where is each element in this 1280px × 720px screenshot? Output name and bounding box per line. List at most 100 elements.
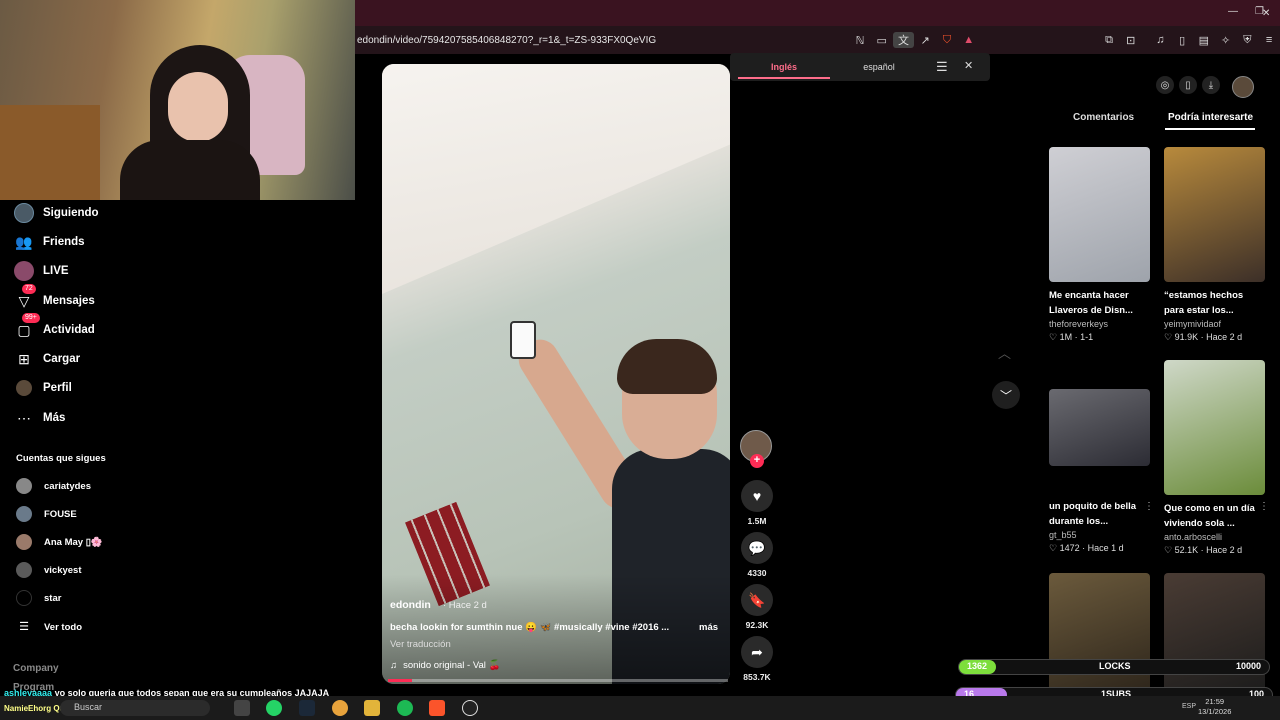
video-thumbnail[interactable] <box>1049 389 1150 466</box>
reader-icon[interactable]: ℕ <box>849 34 871 47</box>
nav-live[interactable]: LIVE <box>14 260 69 282</box>
vpn-icon[interactable]: ⛨ <box>1236 34 1258 47</box>
brave-icon[interactable] <box>429 700 445 716</box>
language-indicator[interactable]: ESP <box>1182 703 1196 710</box>
suggested-video-card[interactable]: Me encanta hacer Llaveros de Disn... the… <box>1049 147 1150 343</box>
media-icon[interactable]: ♫ <box>1150 34 1172 46</box>
translate-menu-icon[interactable]: ☰ <box>936 59 948 75</box>
account-name: Ana May ▯🌸 <box>44 536 103 548</box>
video-thumbnail[interactable] <box>1164 573 1265 696</box>
bookmark-icon[interactable]: 🔖 <box>741 584 773 616</box>
following-account[interactable]: vickyest <box>16 561 82 579</box>
card-author[interactable]: yeimymividaof <box>1164 319 1265 329</box>
suggested-video-card[interactable]: un poquito de bella durante los... ⋮ gt_… <box>1049 389 1154 554</box>
cast-icon[interactable]: ▭ <box>871 34 893 47</box>
file-explorer-icon[interactable] <box>364 700 380 716</box>
tab-comments[interactable]: Comentarios <box>1073 112 1134 123</box>
share-icon[interactable]: ↗ <box>914 34 936 47</box>
follow-plus-button[interactable]: + <box>750 454 764 468</box>
heart-outline-icon: ♡ <box>1049 543 1058 553</box>
nav-upload[interactable]: ⊞ Cargar <box>14 348 80 370</box>
chrome-icon[interactable] <box>332 700 348 716</box>
more-options-icon[interactable]: ⋮ <box>1259 501 1269 512</box>
tab-suggested[interactable]: Podría interesarte <box>1168 112 1253 123</box>
nav-profile[interactable]: Perfil <box>14 377 72 399</box>
card-author[interactable]: anto.arboscelli <box>1164 532 1265 542</box>
heart-icon[interactable]: ♥ <box>741 480 773 512</box>
minimize-button[interactable]: — <box>1228 6 1238 17</box>
video-thumbnail[interactable] <box>1164 360 1265 495</box>
extensions-icon[interactable]: ⧉ <box>1098 34 1120 47</box>
more-options-icon[interactable]: ⋮ <box>1144 501 1154 512</box>
upload-icon: ⊞ <box>18 350 30 367</box>
video-thumbnail[interactable] <box>1164 147 1265 282</box>
like-action[interactable]: ♥ 1.5M <box>741 480 773 526</box>
nav-following[interactable]: Siguiendo <box>14 202 99 224</box>
nav-messages-label: Mensajes <box>43 295 95 307</box>
following-account[interactable]: Ana May ▯🌸 <box>16 533 103 551</box>
translate-target-tab[interactable]: español <box>834 62 924 72</box>
share-arrow-icon[interactable]: ➦ <box>741 636 773 668</box>
following-account[interactable]: FOUSE <box>16 505 77 523</box>
translate-icon[interactable]: 文 <box>892 32 915 48</box>
sidebar-toggle-icon[interactable]: ▯ <box>1171 34 1193 47</box>
card-author[interactable]: theforeverkeys <box>1049 319 1150 329</box>
mobile-icon[interactable]: ▯ <box>1179 76 1197 94</box>
task-view-icon[interactable] <box>234 700 250 716</box>
see-all-link[interactable]: ☰ Ver todo <box>16 618 82 636</box>
user-avatar[interactable] <box>1232 76 1254 98</box>
whatsapp-icon[interactable] <box>266 700 282 716</box>
close-window-button[interactable]: ✕ <box>1262 8 1270 19</box>
card-age: Hace 2 d <box>1206 332 1243 342</box>
compass-icon[interactable]: ◎ <box>1156 76 1174 94</box>
video-sound[interactable]: ♫ sonido original - Val 🍒 <box>390 660 500 671</box>
taskbar-search[interactable]: Buscar <box>60 700 210 716</box>
rewards-icon[interactable]: ▲ <box>958 34 980 46</box>
share-action[interactable]: ➦ 853.7K <box>741 636 773 682</box>
taskbar-clock[interactable]: 21:59 13/1/2026 <box>1198 697 1231 717</box>
translate-close-icon[interactable]: ✕ <box>964 59 973 72</box>
suggested-video-card[interactable]: “estamos hechos para estar los... yeimym… <box>1164 147 1265 343</box>
caption-more-button[interactable]: más <box>699 622 718 633</box>
url-field[interactable]: edondin/video/7594207585406848270?_r=1&_… <box>355 35 829 46</box>
video-scene-ceiling <box>382 64 730 294</box>
comment-icon[interactable]: 💬 <box>741 532 773 564</box>
video-thumbnail[interactable] <box>1049 573 1150 696</box>
chevron-down-icon[interactable]: ﹀ <box>992 381 1020 409</box>
video-player[interactable] <box>382 64 730 684</box>
steam-icon[interactable] <box>299 700 315 716</box>
chevron-up-icon[interactable]: ︿ <box>998 343 1011 362</box>
friends-icon: 👥 <box>15 233 33 250</box>
brave-shield-icon[interactable]: ⛉ <box>936 34 958 47</box>
following-account[interactable]: star <box>16 589 61 607</box>
comment-action[interactable]: 💬 4330 <box>741 532 773 578</box>
share-count: 853.7K <box>743 672 771 682</box>
see-translation-link[interactable]: Ver traducción <box>390 639 451 650</box>
video-progress-bar[interactable] <box>388 679 728 682</box>
suggested-video-card[interactable] <box>1049 573 1150 696</box>
nav-more[interactable]: ⋯ Más <box>14 407 65 429</box>
video-author[interactable]: edondin <box>390 599 431 611</box>
suggested-video-card[interactable] <box>1164 573 1265 696</box>
footer-company-link[interactable]: Company <box>13 663 59 674</box>
card-author[interactable]: gt_b55 <box>1049 530 1150 540</box>
menu-icon[interactable]: ≡ <box>1258 34 1280 46</box>
likes-goal-target: 10000 <box>1235 661 1261 671</box>
nav-activity[interactable]: ▢ 99+ Actividad <box>14 313 95 341</box>
left-sidebar: Siguiendo 👥 Friends LIVE ▽ 72 Mensajes ▢ 9… <box>0 200 355 700</box>
leo-ai-icon[interactable]: ✧ <box>1215 34 1237 47</box>
wallet-icon[interactable]: ▤ <box>1193 34 1215 47</box>
screenshot-icon[interactable]: ⊡ <box>1120 34 1142 47</box>
download-icon[interactable]: ⤓ <box>1202 76 1220 94</box>
nav-following-label: Siguiendo <box>43 207 99 219</box>
nav-friends[interactable]: 👥 Friends <box>14 231 84 253</box>
suggested-video-card[interactable]: Que como en un día viviendo sola ... ⋮ a… <box>1164 360 1269 556</box>
obs-icon[interactable] <box>462 700 478 716</box>
video-thumbnail[interactable] <box>1049 147 1150 282</box>
spotify-icon[interactable] <box>397 700 413 716</box>
save-action[interactable]: 🔖 92.3K <box>741 584 773 630</box>
translate-source-tab[interactable]: Inglés <box>738 62 830 79</box>
account-name: star <box>44 592 62 604</box>
nav-messages[interactable]: ▽ 72 Mensajes <box>14 284 95 312</box>
following-account[interactable]: cariatydes <box>16 477 91 495</box>
